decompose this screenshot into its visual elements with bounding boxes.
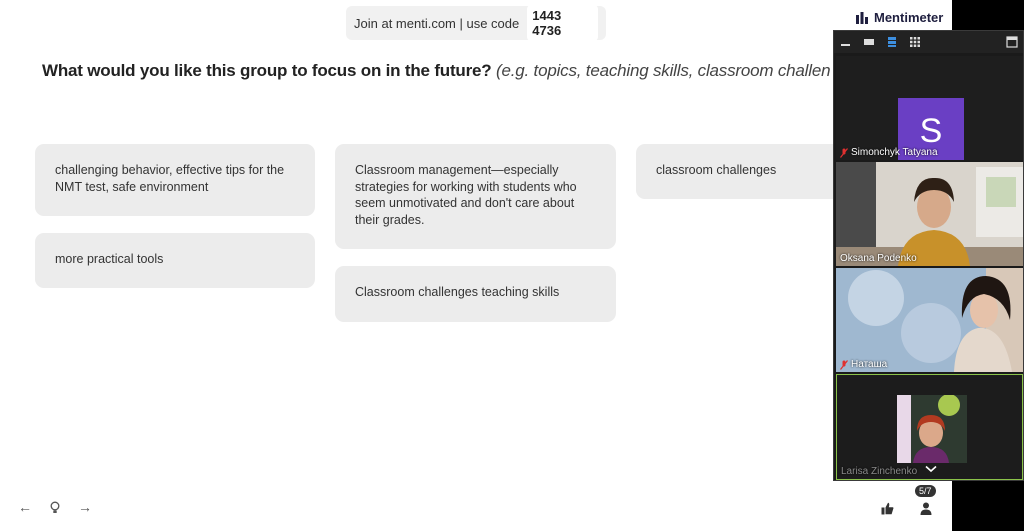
participant-name: Simonchyk Tatyana	[840, 147, 938, 158]
participant-tile[interactable]: Наташа	[836, 268, 1023, 372]
strip-view-icon[interactable]	[886, 36, 898, 48]
participant-name: Larisa Zinchenko	[841, 466, 918, 477]
response-card: Classroom challenges teaching skills	[335, 266, 616, 322]
participant-tile[interactable]: Oksana Podenko	[836, 162, 1023, 266]
question-hint: (e.g. topics, teaching skills, classroom…	[496, 61, 831, 80]
question-title: What would you like this group to focus …	[42, 61, 942, 81]
response-card: more practical tools	[35, 233, 315, 288]
mic-muted-icon	[840, 359, 848, 370]
hint-lightbulb-button[interactable]	[45, 497, 65, 517]
response-text: classroom challenges	[656, 163, 777, 177]
participant-name: Oksana Podenko	[840, 253, 917, 264]
video-gallery-panel: S Simonchyk Tatyana Oksana Podenko Наташ…	[833, 30, 1024, 481]
mic-muted-icon	[840, 147, 848, 158]
next-slide-button[interactable]: →	[75, 497, 95, 517]
response-text: Classroom management—especially strategi…	[355, 163, 577, 227]
lightbulb-icon	[50, 501, 60, 513]
response-text: challenging behavior, effective tips for…	[55, 163, 285, 194]
participant-tile-active[interactable]: Larisa Zinchenko	[836, 374, 1023, 480]
mentimeter-logo: Mentimeter	[856, 10, 943, 25]
chevron-down-icon[interactable]	[925, 465, 937, 473]
thumbs-up-icon	[881, 502, 893, 514]
mentimeter-logo-icon	[856, 11, 868, 24]
participant-name: Наташа	[840, 359, 887, 370]
brand-name: Mentimeter	[874, 10, 944, 25]
join-banner: Join at menti.com | use code 1443 4736	[346, 5, 606, 41]
mentimeter-slide: Join at menti.com | use code 1443 4736 M…	[0, 0, 952, 531]
gallery-view-icon[interactable]	[909, 36, 921, 48]
response-card: challenging behavior, effective tips for…	[35, 144, 315, 216]
join-code: 1443 4736	[527, 5, 598, 41]
response-card: classroom challenges	[636, 144, 846, 199]
expand-panel-icon[interactable]	[1006, 36, 1018, 48]
person-icon	[920, 502, 932, 515]
previous-slide-button[interactable]: ←	[15, 497, 35, 517]
reaction-button[interactable]	[876, 497, 898, 519]
response-text: more practical tools	[55, 252, 164, 266]
participant-photo	[897, 395, 967, 463]
audience-button[interactable]	[915, 497, 937, 519]
participant-video-feed	[836, 162, 1023, 266]
panel-toolbar	[834, 31, 1023, 53]
speaker-view-icon[interactable]	[863, 36, 875, 48]
join-instructions: Join at menti.com | use code	[354, 15, 520, 31]
minimize-icon[interactable]	[840, 36, 852, 48]
participant-video-feed	[836, 268, 1023, 372]
response-text: Classroom challenges teaching skills	[355, 285, 560, 299]
question-text: What would you like this group to focus …	[42, 61, 492, 80]
response-card: Classroom management—especially strategi…	[335, 144, 616, 249]
audience-count-badge: 5/7	[915, 485, 936, 497]
participant-tile[interactable]: S Simonchyk Tatyana	[836, 56, 1023, 160]
